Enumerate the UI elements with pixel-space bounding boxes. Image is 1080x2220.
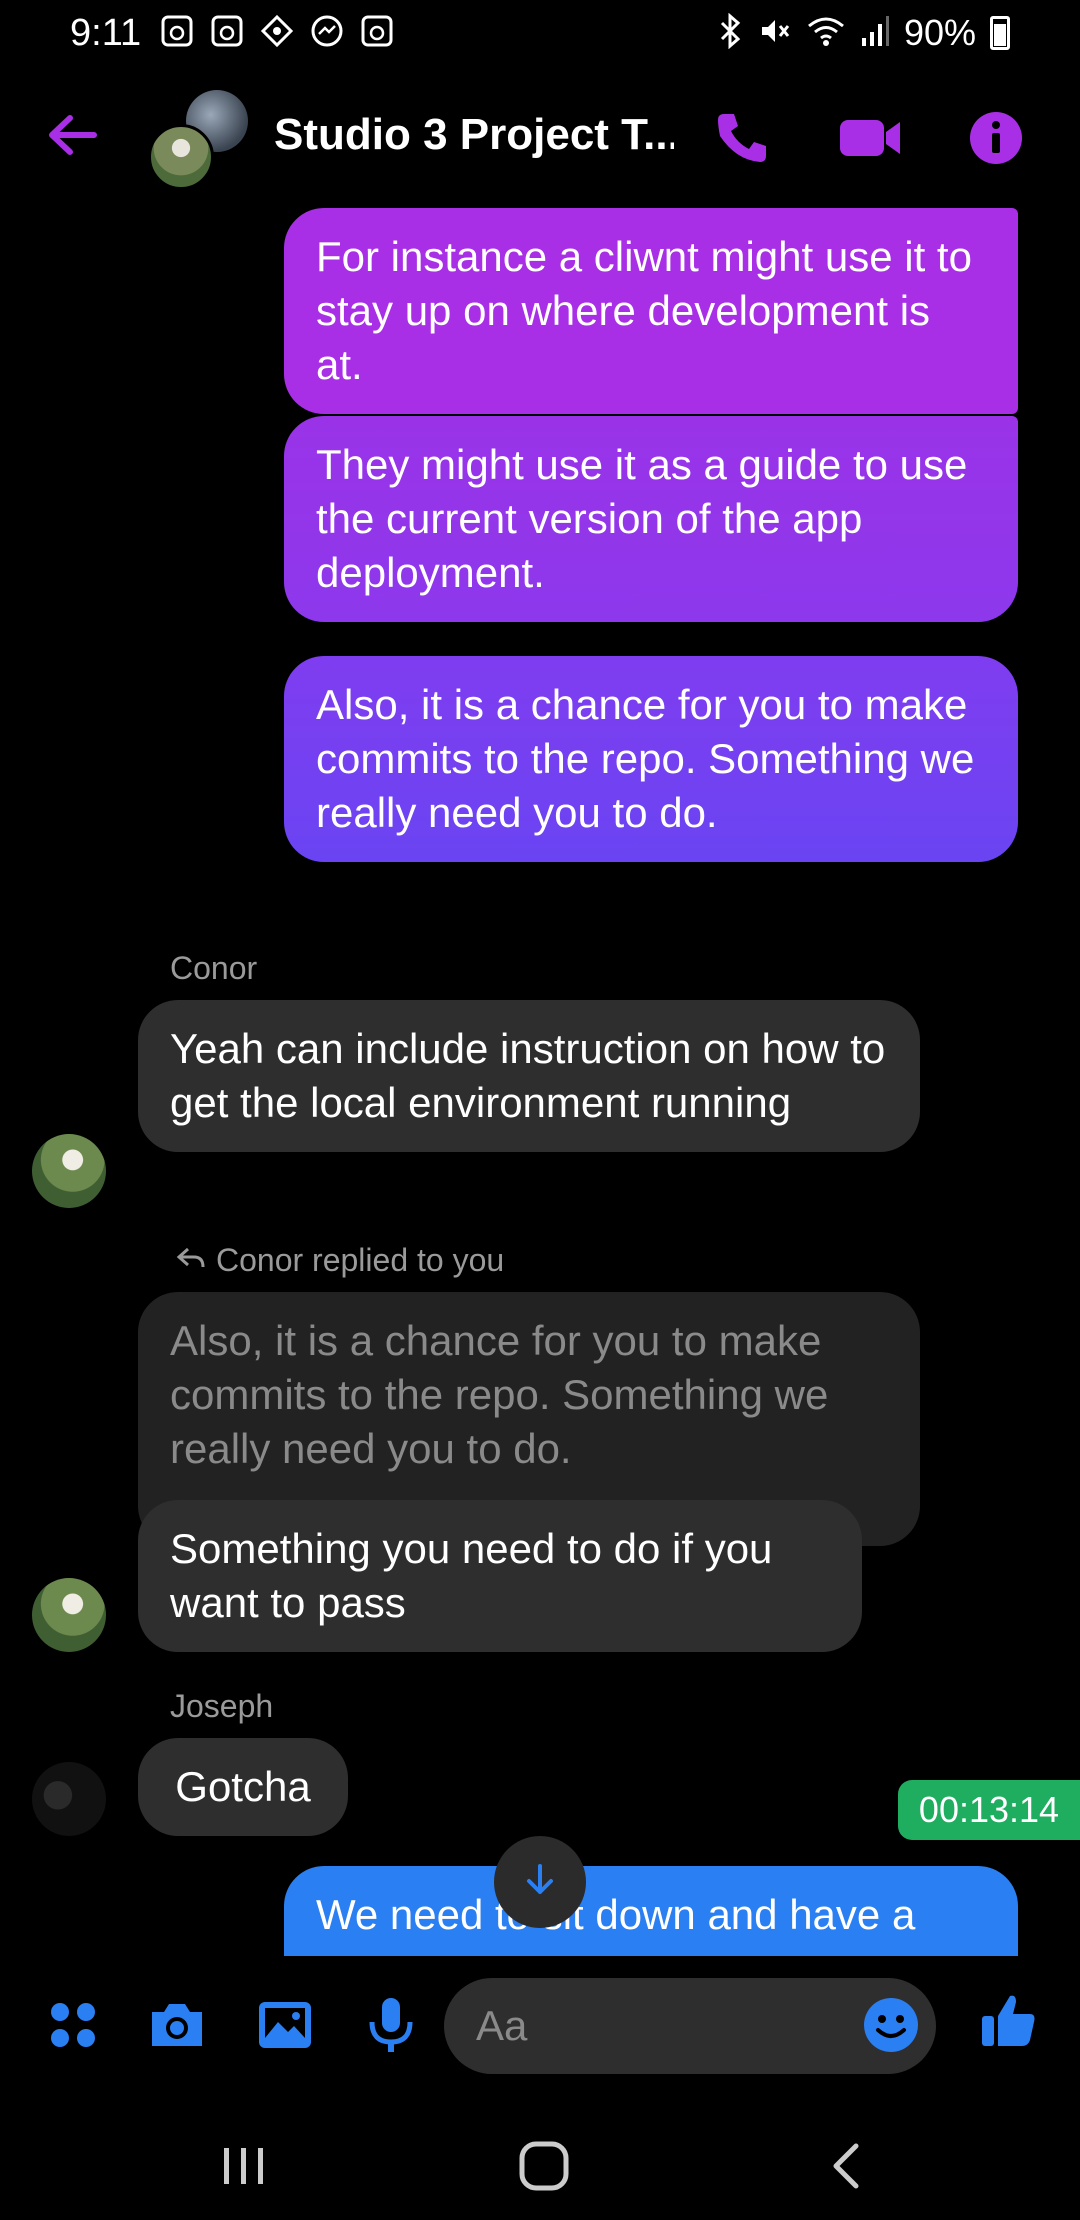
wifi-icon — [806, 14, 846, 53]
sender-name: Conor — [170, 950, 258, 986]
back-arrow-icon[interactable] — [44, 110, 104, 160]
sent-message[interactable]: They might use it as a guide to use the … — [284, 416, 1018, 622]
status-bar: 9:11 90% — [0, 0, 1080, 66]
app-notification-icon — [360, 14, 394, 48]
received-message[interactable]: Something you need to do if you want to … — [138, 1500, 862, 1652]
chat-title[interactable]: Studio 3 Project T... — [274, 110, 674, 160]
signal-icon — [860, 14, 890, 53]
sender-avatar[interactable] — [32, 1134, 106, 1208]
app-notification-icon — [210, 14, 244, 48]
emoji-icon[interactable] — [862, 1996, 924, 2058]
sender-name: Joseph — [170, 1688, 274, 1724]
video-call-icon[interactable] — [836, 108, 900, 168]
system-status: 90% — [716, 12, 1010, 54]
messenger-notification-icon — [310, 14, 344, 48]
notification-icons — [160, 14, 394, 48]
battery-icon — [990, 16, 1010, 50]
reply-label: Conor replied to you — [216, 1242, 505, 1278]
thumbs-up-icon[interactable] — [978, 1990, 1040, 2052]
received-message[interactable]: Yeah can include instruction on how to g… — [138, 1000, 920, 1152]
back-icon[interactable] — [818, 2136, 878, 2196]
reply-arrow-icon — [176, 1242, 206, 1279]
message-composer — [0, 1960, 1080, 2090]
arrow-down-icon — [520, 1860, 560, 1905]
battery-percent: 90% — [903, 12, 976, 53]
camera-icon[interactable] — [146, 1994, 208, 2056]
bluetooth-icon — [716, 12, 744, 54]
recents-icon[interactable] — [214, 2136, 274, 2196]
microphone-icon[interactable] — [360, 1994, 422, 2056]
sent-message[interactable]: Also, it is a chance for you to make com… — [284, 656, 1018, 862]
home-icon[interactable] — [514, 2136, 574, 2196]
status-time: 9:11 — [70, 12, 142, 54]
reply-indicator: Conor replied to you — [176, 1242, 504, 1279]
phone-call-icon[interactable] — [712, 108, 772, 168]
sender-avatar[interactable] — [32, 1762, 106, 1836]
call-timer-badge[interactable]: 00:13:14 — [898, 1780, 1080, 1840]
group-avatar[interactable] — [148, 90, 248, 190]
diamond-app-icon — [260, 14, 294, 48]
info-icon[interactable] — [966, 108, 1026, 168]
more-actions-icon[interactable] — [42, 1994, 104, 2056]
system-navigation-bar — [0, 2100, 1080, 2220]
mute-icon — [758, 14, 792, 53]
sent-message[interactable]: We need to sit down and have a — [284, 1866, 1018, 1956]
scroll-to-bottom-button[interactable] — [494, 1836, 586, 1928]
sent-message[interactable]: For instance a cliwnt might use it to st… — [284, 208, 1018, 414]
app-notification-icon — [160, 14, 194, 48]
received-message[interactable]: Gotcha — [138, 1738, 348, 1836]
member-avatar — [148, 124, 214, 190]
gallery-icon[interactable] — [254, 1994, 316, 2056]
chat-header: Studio 3 Project T... — [0, 80, 1080, 190]
sender-avatar[interactable] — [32, 1578, 106, 1652]
